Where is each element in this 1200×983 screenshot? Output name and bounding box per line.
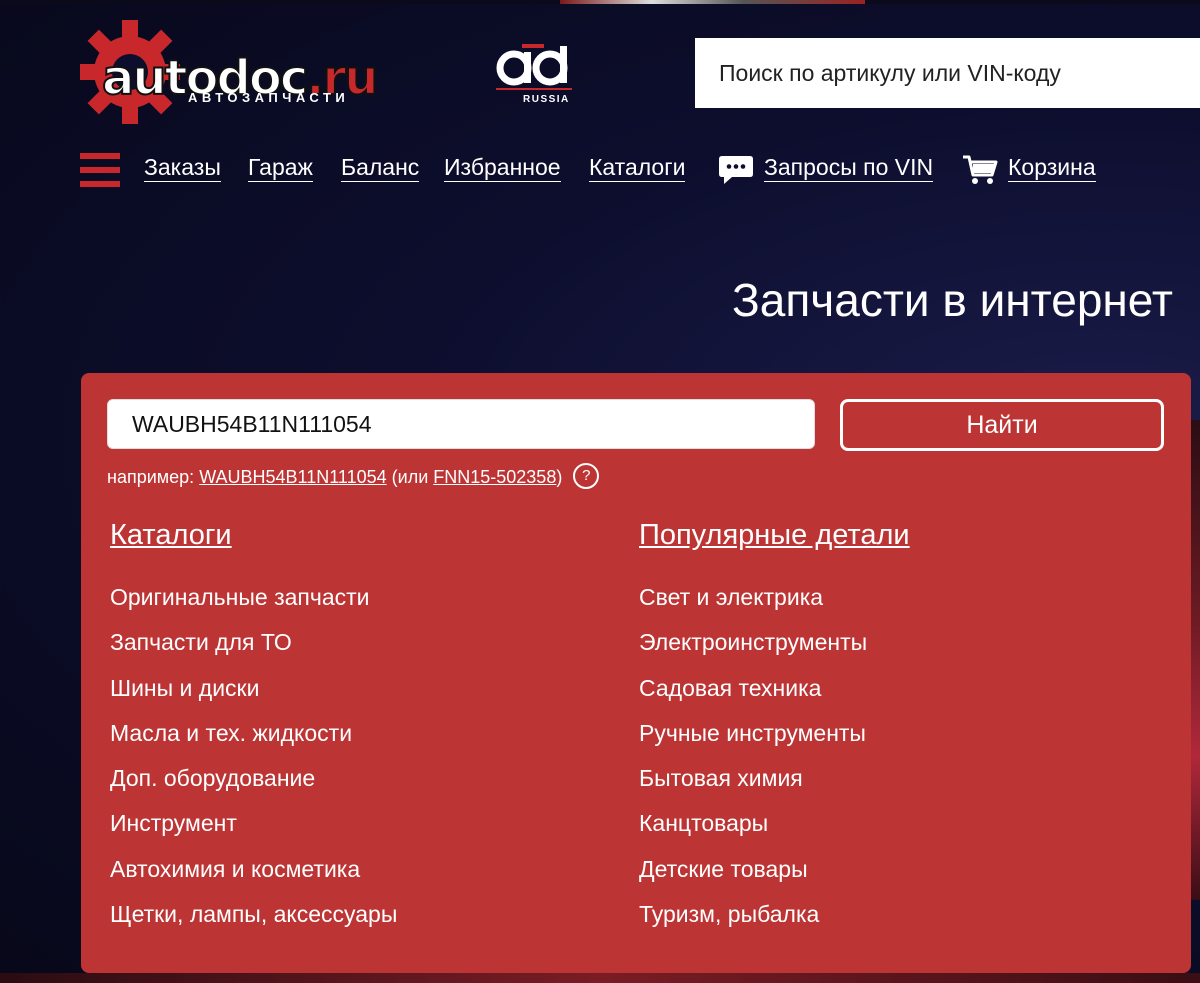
ad-logo-icon [496,44,572,90]
catalog-link[interactable]: Запчасти для ТО [110,629,292,655]
popular-link[interactable]: Бытовая химия [639,765,803,791]
cart-icon [963,155,998,184]
menu-icon[interactable] [80,153,120,187]
catalog-link[interactable]: Автохимия и косметика [110,856,360,882]
example-or-close: ) [556,466,563,487]
catalogs-column: Каталоги Оригинальные запчасти Запчасти … [110,517,397,937]
logo-tagline: АВТОЗАПЧАСТИ [188,90,350,105]
list-item: Детские товары [639,847,910,892]
autodoc-logo[interactable]: autodoc.ru АВТОЗАПЧАСТИ [80,18,420,128]
help-icon[interactable]: ? [573,463,600,489]
nav-vin-requests[interactable]: Запросы по VIN [764,154,934,182]
popular-column: Популярные детали Свет и электрика Элект… [639,517,910,937]
list-item: Масла и тех. жидкости [110,711,397,756]
ad-logo-region: RUSSIA [523,94,570,105]
banner-image-sliver [560,0,865,4]
list-item: Щетки, лампы, аксессуары [110,892,397,937]
example-or-open: (или [391,466,429,487]
nav-balance[interactable]: Баланс [341,154,420,182]
nav-garage[interactable]: Гараж [248,154,313,182]
popular-link[interactable]: Канцтовары [639,810,768,836]
popular-link[interactable]: Электроинструменты [639,629,867,655]
list-item: Инструмент [110,801,397,846]
list-item: Электроинструменты [639,620,910,665]
list-item: Оригинальные запчасти [110,575,397,620]
list-item: Автохимия и косметика [110,847,397,892]
popular-link[interactable]: Туризм, рыбалка [639,901,819,927]
list-item: Бытовая химия [639,756,910,801]
popular-link[interactable]: Свет и электрика [639,584,823,610]
list-item: Доп. оборудование [110,756,397,801]
catalog-link[interactable]: Шины и диски [110,675,259,701]
banner-bottom-edge [0,973,1200,983]
list-item: Запчасти для ТО [110,620,397,665]
nav-cart[interactable]: Корзина [1008,154,1096,182]
vin-search-input[interactable] [107,399,815,449]
catalog-link[interactable]: Инструмент [110,810,237,836]
header-search-input[interactable] [695,38,1200,108]
catalog-link[interactable]: Масла и тех. жидкости [110,720,352,746]
popular-link[interactable]: Ручные инструменты [639,720,866,746]
example-prefix: например: [107,466,195,487]
find-button[interactable]: Найти [840,399,1164,451]
nav-favorites[interactable]: Избранное [444,154,561,182]
nav-orders[interactable]: Заказы [144,154,221,182]
catalog-link[interactable]: Доп. оборудование [110,765,315,791]
ad-russia-logo[interactable]: RUSSIA [496,42,572,108]
popular-link[interactable]: Садовая техника [639,675,821,701]
top-strip [0,0,1200,4]
example-article-link[interactable]: FNN15-502358 [433,467,556,487]
popular-title[interactable]: Популярные детали [639,517,910,553]
list-item: Садовая техника [639,666,910,711]
list-item: Туризм, рыбалка [639,892,910,937]
search-panel: Найти например: WAUBH54B11N111054 (илиFN… [81,373,1191,973]
chat-icon [719,156,753,184]
popular-link[interactable]: Детские товары [639,856,808,882]
page-headline: Запчасти в интернет [732,274,1173,326]
catalog-link[interactable]: Щетки, лампы, аксессуары [110,901,397,927]
list-item: Свет и электрика [639,575,910,620]
list-item: Ручные инструменты [639,711,910,756]
list-item: Шины и диски [110,666,397,711]
example-vin-link[interactable]: WAUBH54B11N111054 [199,467,386,487]
catalog-link[interactable]: Оригинальные запчасти [110,584,370,610]
nav-catalogs[interactable]: Каталоги [589,154,686,182]
list-item: Канцтовары [639,801,910,846]
catalogs-title[interactable]: Каталоги [110,517,397,553]
search-example: например: WAUBH54B11N111054 (или FNN15-50… [107,463,600,491]
